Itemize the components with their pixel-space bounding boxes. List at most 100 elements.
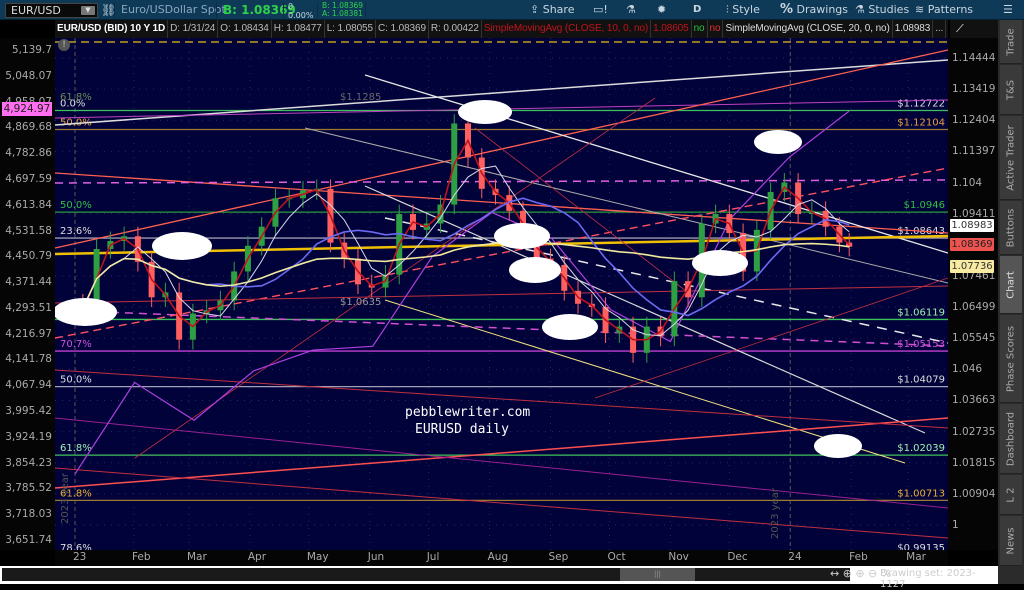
right-price-axis[interactable]: 1.14444 1.13419 1.12404 1.11397 1.104 1.09411… (948, 38, 998, 550)
spx-tick-label: 4,216.97 (5, 327, 52, 340)
level-price-label: $1.04079 (897, 375, 945, 386)
side-tab-label: Active Trader (1005, 124, 1017, 191)
time-tick-label: Mar (186, 551, 207, 563)
highlight-ellipse (754, 130, 802, 154)
highlight-ellipse (152, 232, 212, 260)
price-tag: 1.08983 (950, 219, 994, 232)
side-tab-chart[interactable]: Chart (1000, 256, 1022, 314)
watermark-text: pebblewriter.com (405, 405, 531, 420)
spx-tick-label: 5,139.7 (11, 44, 52, 56)
spx-tick-label: 5,048.07 (5, 69, 52, 82)
chart-plot-area[interactable]: $1.127220.0%$1.1210450.0%$1.094650.0%$1.… (55, 38, 948, 550)
side-tab-label: L 2 (1005, 486, 1017, 503)
spx-tick-label: 4,697.59 (5, 172, 52, 185)
spx-tick-label: 4,869.68 (5, 121, 52, 134)
symbol-value: EUR/USD (11, 4, 61, 17)
info-close: C: 1.08369 (376, 20, 429, 38)
price-tick-label: 1.03663 (952, 394, 996, 407)
spx-tick-label: 4,782.86 (5, 147, 52, 160)
sma10-label[interactable]: SimpleMovingAvg (CLOSE, 10, 0, no) (482, 20, 652, 38)
time-tick-label: Dec (727, 551, 748, 563)
patterns-icon: ≋ (915, 3, 925, 16)
patterns-button[interactable]: ≋ Patterns (915, 0, 973, 20)
side-tab-label: Buttons (1005, 208, 1017, 247)
time-tick-label: Mar (906, 551, 926, 563)
flask-icon: ⚗ (855, 3, 865, 16)
time-tick-label: Oct (607, 551, 626, 563)
trend-line (55, 49, 948, 249)
side-tab-active-trader[interactable]: Active Trader (1000, 116, 1022, 200)
drawings-button[interactable]: % Drawings (780, 0, 848, 20)
studies-button[interactable]: ⚗ Studies (855, 0, 909, 20)
aggregation-button[interactable]: D (693, 0, 701, 20)
style-button[interactable]: ⫶ Style (726, 0, 760, 20)
gear-icon[interactable]: ✹ (657, 0, 666, 20)
time-tick-label: Apr (247, 551, 267, 563)
time-tick-label: Sep (548, 551, 569, 563)
level-price-label: $1.0946 (904, 200, 945, 211)
change-value: 0 (288, 2, 294, 11)
trend-line (55, 309, 948, 347)
price-tick-label: 1.00904 (952, 487, 996, 500)
side-tab-phase-scores[interactable]: Phase Scores (1000, 315, 1022, 403)
sma20-label[interactable]: SimpleMovingAvg (CLOSE, 20, 0, no) (723, 20, 893, 38)
fib-percent-label: 61.8% (60, 443, 92, 454)
price-tag: 1.07736 (950, 260, 994, 273)
flask-icon[interactable]: ⚗ (626, 0, 636, 20)
candle (846, 233, 853, 257)
corner (0, 20, 55, 38)
side-tab-news[interactable]: News (1000, 516, 1022, 566)
side-tab-buttons[interactable]: Buttons (1000, 201, 1022, 255)
symbol-selector[interactable]: EUR/USD ▼ (5, 3, 98, 18)
fib-percent-label: 50.0% (60, 375, 92, 386)
bottom-bar: ||| ↔ ⊕ ⊕ ⊖ % Drawing set: 2023-1127 (0, 566, 998, 590)
price-tick-label: 1.046 (952, 363, 983, 376)
side-tab-t-s[interactable]: T&S (1000, 65, 1022, 115)
price-tick-label: 1.104 (952, 176, 983, 189)
side-tab-label: Chart (1005, 270, 1017, 299)
info-open: O: 1.08434 (218, 20, 272, 38)
menu-icon[interactable]: ☰ (1003, 0, 1013, 20)
studies-label: Studies (868, 3, 910, 16)
level-price-label: $0.99135 (897, 543, 945, 550)
highlight-ellipse (494, 223, 550, 249)
time-tick-label: May (306, 551, 329, 563)
side-tab-trade[interactable]: Trade (1000, 20, 1022, 64)
info-icon[interactable]: ! (58, 39, 70, 51)
spx-tick-label: 4,141.78 (5, 353, 52, 366)
left-price-axis[interactable]: 5,139.75,048.074,958.074,869.684,782.864… (0, 38, 55, 550)
percent-icon: % (780, 2, 794, 17)
spx-tick-label: 4,371.44 (5, 276, 52, 289)
chart-mode-icon[interactable]: ⟋ (950, 20, 998, 38)
scrollbar-thumb[interactable]: ||| (620, 568, 695, 581)
chevron-down-icon[interactable]: ▼ (81, 6, 95, 15)
level-price-label: $1.02039 (897, 443, 945, 454)
spx-tick-label: 3,718.03 (5, 508, 52, 521)
price-tick-label: 1.12404 (952, 114, 996, 127)
spx-tick-label: 3,995.42 (5, 405, 52, 418)
side-tab-l-2[interactable]: L 2 (1000, 475, 1022, 515)
time-axis[interactable]: 23 Feb Mar Apr May Jun Jul Aug Sep Oct Nov Dec 24 Feb… (55, 550, 948, 566)
trend-line (474, 127, 696, 299)
alert-icon[interactable]: ▭! (593, 0, 608, 20)
high-annotation: $1.1285 (340, 92, 382, 103)
side-tab-dashboard[interactable]: Dashboard (1000, 404, 1022, 474)
side-tab-label: Phase Scores (1005, 325, 1017, 392)
fib-percent-label: 70.7% (60, 339, 92, 350)
share-label: Share (542, 3, 575, 16)
drawings-label: Drawings (796, 3, 849, 16)
price-tick-label: 1.09411 (952, 207, 996, 220)
time-tick-label: Jul (426, 551, 440, 563)
side-tab-label: T&S (1005, 79, 1017, 100)
drawing-set-label[interactable]: Drawing set: 2023-1127 (880, 568, 998, 590)
info-low: L: 1.08055 (325, 20, 376, 38)
highlight-ellipse (458, 100, 512, 124)
price-tick-label: 1.05545 (952, 332, 996, 345)
sma10-flag-1: no (692, 20, 708, 38)
time-tick-label: Aug (487, 551, 509, 563)
share-button[interactable]: ⇪ Share (530, 0, 574, 20)
fib-percent-label: 50.0% (60, 200, 92, 211)
price-tick-label: 1.11397 (952, 145, 996, 158)
candle-icon: ⫶ (726, 3, 729, 16)
more-studies[interactable]: ... (933, 20, 947, 38)
